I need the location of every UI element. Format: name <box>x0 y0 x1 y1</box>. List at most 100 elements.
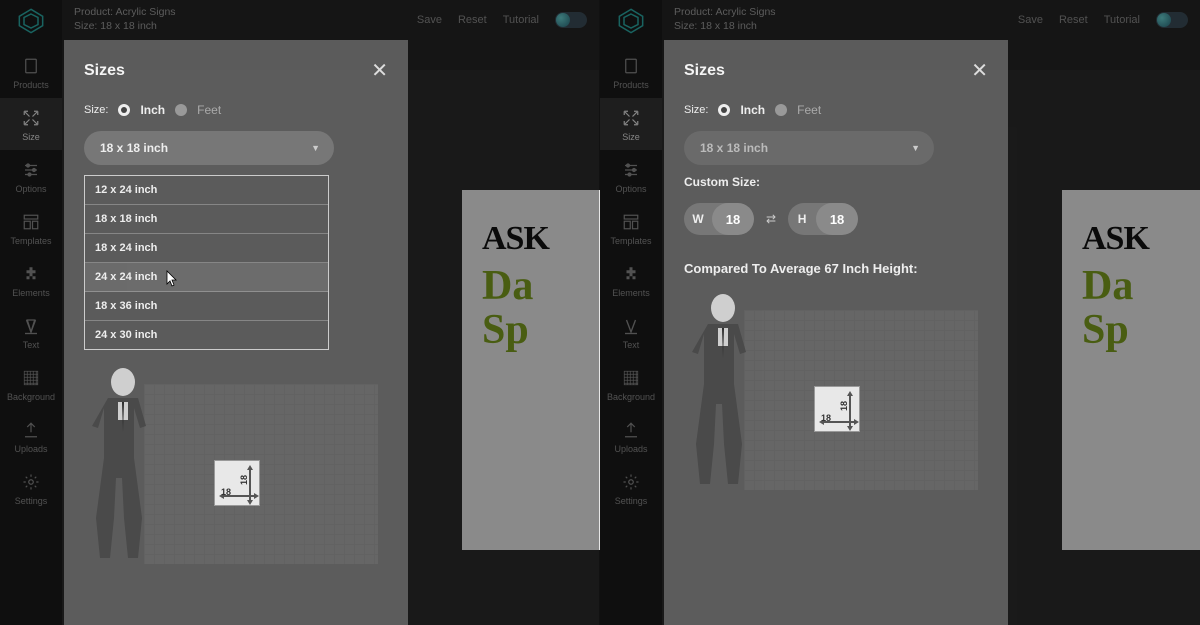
radio-inch-label[interactable]: Inch <box>140 103 165 117</box>
background-icon <box>621 368 641 388</box>
top-links: Save Reset Tutorial <box>417 12 587 28</box>
sidebar-item-background[interactable]: Background <box>600 358 662 410</box>
size-icon <box>621 108 641 128</box>
sidebar-item-settings[interactable]: Settings <box>0 462 62 514</box>
sidebar-label: Templates <box>10 236 51 246</box>
grid-background <box>744 310 978 490</box>
preview-subheading-2: Sp <box>1082 308 1200 352</box>
radio-feet-label[interactable]: Feet <box>197 103 221 117</box>
size-select[interactable]: 18 x 18 inch ▼ <box>84 131 334 165</box>
sidebar-item-elements[interactable]: Elements <box>0 254 62 306</box>
height-input-group: H <box>788 203 858 235</box>
sidebar-label: Settings <box>15 496 48 506</box>
sign-height-value: 18 <box>239 475 249 485</box>
sidebar-label: Uploads <box>14 444 47 454</box>
size-label: Size: <box>684 104 708 116</box>
product-info: Product: Acrylic Signs Size: 18 x 18 inc… <box>674 6 776 33</box>
sidebar-item-background[interactable]: Background <box>0 358 62 410</box>
unit-toggle: Size: Inch Feet <box>84 103 388 117</box>
sidebar-label: Products <box>613 80 649 90</box>
sidebar-label: Background <box>7 392 55 402</box>
size-option[interactable]: 18 x 18 inch <box>85 205 328 234</box>
sidebar-item-uploads[interactable]: Uploads <box>600 410 662 462</box>
close-icon[interactable]: ✕ <box>371 58 388 83</box>
preview-subheading-1: Da <box>1082 264 1200 308</box>
uploads-icon <box>21 420 41 440</box>
pane-right: Products Size Options Templates Elements… <box>600 0 1200 625</box>
topbar: Product: Acrylic Signs Size: 18 x 18 inc… <box>62 0 599 40</box>
app-logo <box>16 6 46 36</box>
sign-width-value: 18 <box>821 413 831 423</box>
sidebar-item-products[interactable]: Products <box>0 46 62 98</box>
sidebar-label: Elements <box>12 288 50 298</box>
sidebar-item-size[interactable]: Size <box>600 98 662 150</box>
size-option[interactable]: 18 x 24 inch <box>85 234 328 263</box>
sidebar-label: Options <box>15 184 46 194</box>
design-preview[interactable]: ASK Da Sp <box>1062 190 1200 550</box>
swap-icon[interactable]: ⇄ <box>766 212 776 226</box>
compare-label: Compared To Average 67 Inch Height: <box>684 261 988 276</box>
radio-feet[interactable] <box>775 104 787 116</box>
sidebar-item-settings[interactable]: Settings <box>600 462 662 514</box>
sidebar-item-uploads[interactable]: Uploads <box>0 410 62 462</box>
person-silhouette <box>78 364 168 574</box>
options-icon <box>621 160 641 180</box>
sidebar-label: Templates <box>610 236 651 246</box>
sidebar-item-options[interactable]: Options <box>600 150 662 202</box>
sidebar: Products Size Options Templates Elements… <box>600 0 662 625</box>
size-option[interactable]: 24 x 30 inch <box>85 321 328 349</box>
close-icon[interactable]: ✕ <box>971 58 988 83</box>
sidebar-item-options[interactable]: Options <box>0 150 62 202</box>
sidebar-item-text[interactable]: Text <box>600 306 662 358</box>
size-option[interactable]: 12 x 24 inch <box>85 176 328 205</box>
save-link[interactable]: Save <box>417 14 442 26</box>
sidebar-item-text[interactable]: Text <box>0 306 62 358</box>
custom-size-label: Custom Size: <box>684 175 988 189</box>
sidebar-label: Options <box>615 184 646 194</box>
radio-feet[interactable] <box>175 104 187 116</box>
sign-height-value: 18 <box>839 401 849 411</box>
size-select-value: 18 x 18 inch <box>100 141 168 155</box>
tutorial-link[interactable]: Tutorial <box>503 14 539 26</box>
background-icon <box>21 368 41 388</box>
size-option[interactable]: 24 x 24 inch <box>85 263 328 292</box>
sidebar-label: Size <box>622 132 640 142</box>
width-input[interactable] <box>712 203 754 235</box>
text-icon <box>621 316 641 336</box>
person-silhouette <box>678 290 768 500</box>
sidebar-label: Text <box>23 340 40 350</box>
sidebar-item-templates[interactable]: Templates <box>600 202 662 254</box>
sign-preview: 18 18 <box>814 386 860 432</box>
height-input[interactable] <box>816 203 858 235</box>
size-option[interactable]: 18 x 36 inch <box>85 292 328 321</box>
preview-heading: ASK <box>1082 220 1200 258</box>
pane-left: Products Size Options Templates Elements… <box>0 0 600 625</box>
height-label: H <box>788 212 816 226</box>
topbar: Product: Acrylic Signs Size: 18 x 18 inc… <box>662 0 1200 40</box>
theme-toggle[interactable] <box>1156 12 1188 28</box>
products-icon <box>21 56 41 76</box>
sign-width-value: 18 <box>221 487 231 497</box>
theme-toggle[interactable] <box>555 12 587 28</box>
sidebar: Products Size Options Templates Elements… <box>0 0 62 625</box>
sidebar-item-templates[interactable]: Templates <box>0 202 62 254</box>
radio-inch-label[interactable]: Inch <box>740 103 765 117</box>
radio-feet-label[interactable]: Feet <box>797 103 821 117</box>
product-name: Product: Acrylic Signs <box>674 6 776 20</box>
size-select[interactable]: 18 x 18 inch ▼ <box>684 131 934 165</box>
tutorial-link[interactable]: Tutorial <box>1104 14 1140 26</box>
reset-link[interactable]: Reset <box>458 14 487 26</box>
product-name: Product: Acrylic Signs <box>74 6 176 20</box>
sidebar-item-size[interactable]: Size <box>0 98 62 150</box>
radio-inch[interactable] <box>718 104 730 116</box>
modal-title: Sizes <box>84 62 125 80</box>
sidebar-item-products[interactable]: Products <box>600 46 662 98</box>
sidebar-label: Uploads <box>614 444 647 454</box>
radio-inch[interactable] <box>118 104 130 116</box>
chevron-down-icon: ▼ <box>311 143 320 153</box>
save-link[interactable]: Save <box>1018 14 1043 26</box>
sidebar-label: Settings <box>615 496 648 506</box>
reset-link[interactable]: Reset <box>1059 14 1088 26</box>
top-links: Save Reset Tutorial <box>1018 12 1188 28</box>
sidebar-item-elements[interactable]: Elements <box>600 254 662 306</box>
